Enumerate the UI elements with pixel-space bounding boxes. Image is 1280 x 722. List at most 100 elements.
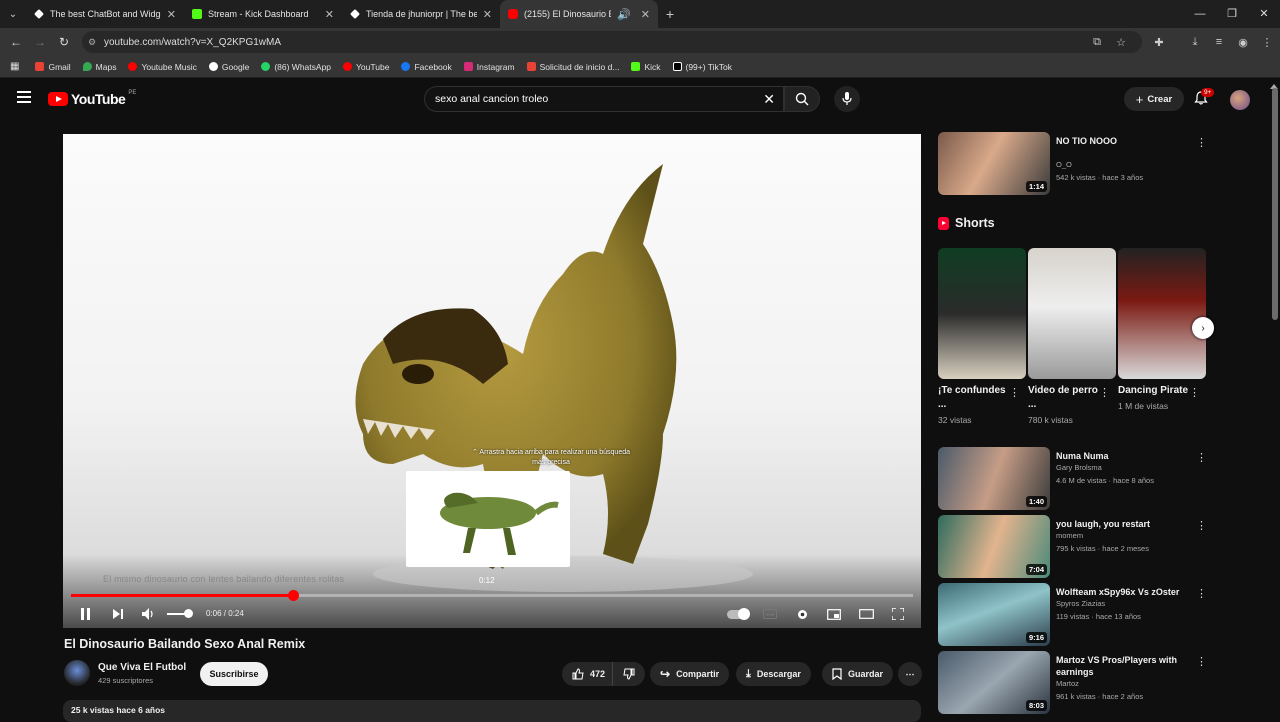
bookmark-youtube[interactable]: YouTube	[343, 62, 389, 72]
share-button[interactable]: ↪ Compartir	[650, 662, 730, 686]
video-thumbnail[interactable]: 9:16	[938, 583, 1050, 646]
video-title[interactable]: you laugh, you restart	[1056, 518, 1186, 530]
pause-icon[interactable]	[79, 606, 93, 622]
video-thumbnail[interactable]: 1:40	[938, 447, 1050, 510]
more-vertical-icon[interactable]: ⋮	[1196, 587, 1207, 600]
close-tab-icon[interactable]: ✕	[483, 8, 492, 21]
shorts-next-icon[interactable]: ›	[1192, 317, 1214, 339]
short-title[interactable]: Video de perro ...	[1028, 384, 1100, 412]
save-button[interactable]: Guardar	[822, 662, 894, 686]
more-vertical-icon[interactable]: ⋮	[1196, 655, 1207, 668]
close-tab-icon[interactable]: ✕	[325, 8, 334, 21]
media-control-icon[interactable]: ≡	[1212, 36, 1226, 48]
short-thumbnail[interactable]	[938, 248, 1026, 379]
settings-gear-icon[interactable]	[794, 606, 810, 622]
new-tab-icon[interactable]: +	[658, 6, 682, 22]
minimize-icon[interactable]: —	[1184, 0, 1216, 28]
browser-tab-2[interactable]: Stream - Kick Dashboard ✕	[184, 0, 342, 28]
browser-tab-4[interactable]: (2155) El Dinosaurio Bailand 🔊 ✕	[500, 0, 658, 28]
video-channel[interactable]: momem	[1056, 531, 1083, 540]
dislike-button[interactable]	[612, 662, 645, 686]
next-video-icon[interactable]	[111, 606, 125, 622]
restore-icon[interactable]: ❐	[1216, 0, 1248, 28]
video-title[interactable]: Numa Numa	[1056, 450, 1186, 462]
video-thumbnail[interactable]: 8:03	[938, 651, 1050, 714]
video-channel[interactable]: O_O	[1056, 160, 1072, 169]
profile-icon[interactable]: ◉	[1236, 36, 1250, 49]
download-icon[interactable]: ⤓	[1188, 36, 1202, 49]
like-button[interactable]: 472	[562, 662, 614, 686]
related-video[interactable]: 9:16 Wolfteam xSpy96x Vs zOster Spyros Z…	[938, 583, 1210, 647]
tab-search-icon[interactable]: ⌄	[0, 0, 26, 28]
more-vertical-icon[interactable]: ⋮	[1009, 386, 1020, 399]
forward-icon[interactable]: →	[28, 35, 52, 49]
video-channel[interactable]: Spyros Ziazias	[1056, 599, 1105, 608]
miniplayer-icon[interactable]	[826, 606, 842, 622]
related-video[interactable]: 1:40 Numa Numa Gary Brolsma 4.6 M de vis…	[938, 447, 1210, 511]
volume-knob[interactable]	[184, 609, 193, 618]
video-title[interactable]: NO TIO NOOO	[1056, 135, 1186, 147]
short-thumbnail[interactable]	[1028, 248, 1116, 379]
subtitles-icon[interactable]	[762, 606, 778, 622]
browser-tab-1[interactable]: The best ChatBot and Widgets ✕	[26, 0, 184, 28]
video-channel[interactable]: Gary Brolsma	[1056, 463, 1102, 472]
fullscreen-icon[interactable]	[890, 606, 906, 622]
url-field[interactable]: ⚙ youtube.com/watch?v=X_Q2KPG1wMA	[82, 31, 1142, 53]
more-vertical-icon[interactable]: ⋮	[1196, 136, 1207, 149]
bookmark-google[interactable]: Google	[208, 62, 249, 72]
video-thumbnail[interactable]: 1:14	[938, 132, 1050, 195]
more-vertical-icon[interactable]: ⋮	[1196, 519, 1207, 532]
bookmark-star-icon[interactable]: ☆	[1114, 36, 1128, 49]
bookmark-facebook[interactable]: Facebook	[401, 62, 452, 72]
browser-menu-icon[interactable]: ⋮	[1260, 36, 1274, 49]
video-thumbnail[interactable]: 7:04	[938, 515, 1050, 578]
more-vertical-icon[interactable]: ⋮	[1099, 386, 1110, 399]
video-title[interactable]: Wolfteam xSpy96x Vs zOster	[1056, 586, 1186, 598]
youtube-logo[interactable]: YouTube PE	[48, 90, 136, 107]
video-title[interactable]: Martoz VS Pros/Players with earnings	[1056, 654, 1186, 678]
description-box[interactable]: 25 k vistas hace 6 años	[63, 700, 921, 722]
short-thumbnail[interactable]	[1118, 248, 1206, 379]
short-item[interactable]: ¡Te confundes ... 32 vistas ⋮	[938, 248, 1026, 425]
close-window-icon[interactable]: ✕	[1248, 0, 1280, 28]
create-button[interactable]: + Crear	[1124, 87, 1184, 111]
short-title[interactable]: Dancing Pirate	[1118, 384, 1190, 398]
related-video[interactable]: 1:14 NO TIO NOOO O_O 542 k vistas · hace…	[938, 132, 1210, 196]
apps-grid-icon[interactable]: ▦	[10, 61, 19, 72]
autoplay-toggle[interactable]	[727, 608, 750, 620]
user-avatar[interactable]	[1230, 90, 1250, 110]
page-scrollbar[interactable]	[1272, 88, 1278, 320]
more-vertical-icon[interactable]: ⋮	[1196, 451, 1207, 464]
subscribe-button[interactable]: Suscribirse	[200, 662, 268, 686]
bookmark-maps[interactable]: Maps	[82, 62, 116, 72]
bookmark-whatsapp[interactable]: (86) WhatsApp	[261, 62, 331, 72]
site-info-icon[interactable]: ⚙	[88, 37, 96, 48]
more-vertical-icon[interactable]: ⋮	[1189, 386, 1200, 399]
search-button[interactable]	[784, 86, 820, 112]
channel-avatar[interactable]	[64, 660, 90, 686]
search-input[interactable]: sexo anal cancion troleo ✕	[424, 86, 784, 112]
reload-icon[interactable]: ↻	[52, 35, 76, 49]
install-app-icon[interactable]: ⧉	[1090, 36, 1104, 49]
voice-search-button[interactable]	[834, 86, 860, 112]
related-video[interactable]: 7:04 you laugh, you restart momem 795 k …	[938, 515, 1210, 579]
bookmark-instagram[interactable]: Instagram	[463, 62, 515, 72]
audio-playing-icon[interactable]: 🔊	[617, 8, 631, 21]
related-video[interactable]: 8:03 Martoz VS Pros/Players with earning…	[938, 651, 1210, 715]
more-actions-button[interactable]: ⋯	[898, 662, 922, 686]
short-title[interactable]: ¡Te confundes ...	[938, 384, 1010, 412]
volume-icon[interactable]	[141, 606, 157, 622]
bookmark-tiktok[interactable]: (99+) TikTok	[672, 62, 732, 72]
close-tab-icon[interactable]: ✕	[641, 8, 650, 21]
bookmark-gmail[interactable]: Gmail	[35, 62, 71, 72]
browser-tab-3[interactable]: Tienda de jhuniorpr | The best ✕	[342, 0, 500, 28]
close-tab-icon[interactable]: ✕	[167, 8, 176, 21]
bookmark-login-request[interactable]: Solicitud de inicio d...	[526, 62, 619, 72]
short-item[interactable]: Video de perro ... 780 k vistas ⋮	[1028, 248, 1116, 425]
channel-name[interactable]: Que Viva El Futbol	[98, 662, 186, 673]
extensions-icon[interactable]: ✚	[1152, 36, 1166, 49]
theater-mode-icon[interactable]	[858, 606, 874, 622]
menu-hamburger-icon[interactable]	[17, 91, 31, 103]
clear-search-icon[interactable]: ✕	[763, 91, 775, 108]
bookmark-kick[interactable]: Kick	[631, 62, 661, 72]
